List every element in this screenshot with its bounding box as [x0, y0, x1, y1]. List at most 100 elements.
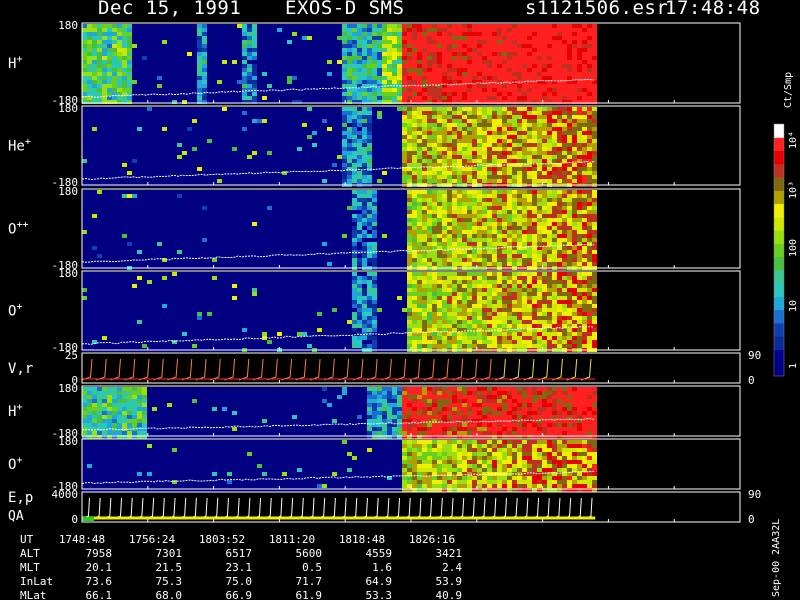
spectrogram-cell	[217, 123, 222, 127]
spectrogram-cell	[517, 171, 522, 175]
spectrogram-cell	[437, 72, 442, 76]
spectrogram-cell	[552, 32, 557, 36]
spectrogram-cell	[422, 131, 427, 135]
spectrogram-cell	[592, 115, 597, 119]
spectrogram-cell	[277, 226, 282, 230]
spectrogram-cell	[352, 127, 357, 131]
spectrogram-cell	[112, 28, 117, 32]
spectrogram-cell	[492, 48, 497, 52]
spectrogram-cell	[187, 238, 192, 242]
spectrogram-cell	[107, 159, 112, 163]
spectrogram-cell	[402, 147, 407, 151]
spectrogram-cell	[82, 242, 87, 246]
spectrogram-cell	[572, 163, 577, 167]
spectrogram-cell	[312, 56, 317, 60]
spectrogram-cell	[527, 139, 532, 143]
spectrogram-cell	[197, 127, 202, 131]
spectrogram-cell	[172, 190, 177, 194]
spectrogram-cell	[457, 119, 462, 123]
spectrogram-cell	[102, 210, 107, 214]
spectrogram-cell	[172, 107, 177, 111]
spectrogram-cell	[102, 194, 107, 198]
spectrogram-cell	[217, 76, 222, 80]
spectrogram-cell	[252, 190, 257, 194]
spectrogram-cell	[412, 123, 417, 127]
spectrogram-cell	[392, 155, 397, 159]
spectrogram-cell	[372, 28, 377, 32]
spectrogram-cell	[237, 147, 242, 151]
spectrogram-cell	[157, 135, 162, 139]
spectrogram-cell	[222, 214, 227, 218]
spectrogram-cell	[82, 111, 87, 115]
spectrogram-cell	[397, 143, 402, 147]
spectrogram-cell	[152, 198, 157, 202]
spectrogram-cell	[207, 246, 212, 250]
spectrogram-cell	[372, 48, 377, 52]
spectrogram-cell	[357, 115, 362, 119]
spectrogram-cell	[102, 135, 107, 139]
spectrogram-cell	[262, 202, 267, 206]
spectrogram-cell	[227, 226, 232, 230]
spectrogram-cell	[132, 28, 137, 32]
spectrogram-cell	[122, 198, 127, 202]
spectrogram-cell	[82, 250, 87, 254]
spectrogram-cell	[407, 32, 412, 36]
spectrogram-cell	[182, 198, 187, 202]
spectrogram-cell	[192, 60, 197, 64]
spectrogram-cell	[257, 210, 262, 214]
spectrogram-cell	[252, 155, 257, 159]
spectrogram-cell	[472, 28, 477, 32]
spectrogram-cell	[247, 167, 252, 171]
spectrogram-cell	[137, 88, 142, 92]
spectrogram-cell	[507, 119, 512, 123]
spectrogram-cell	[87, 254, 92, 258]
spectrogram-cell	[442, 147, 447, 151]
spectrogram-cell	[407, 80, 412, 84]
spectrogram-cell	[382, 60, 387, 64]
spectrogram-cell	[592, 68, 597, 72]
spectrogram-cell	[332, 107, 337, 111]
spectrogram-cell	[507, 167, 512, 171]
spectrogram-cell	[242, 32, 247, 36]
spectrogram-cell	[422, 60, 427, 64]
spectrogram-cell	[162, 175, 167, 179]
spectrogram-cell	[272, 68, 277, 72]
spectrogram-cell	[417, 111, 422, 115]
spectrogram-cell	[207, 139, 212, 143]
spectrogram-cell	[482, 92, 487, 96]
spectrogram-cell	[487, 76, 492, 80]
spectrogram-cell	[472, 151, 477, 155]
spectrogram-cell	[547, 179, 552, 183]
spectrogram-cell	[307, 52, 312, 56]
spectrogram-cell	[447, 139, 452, 143]
spectrogram-cell	[367, 135, 372, 139]
spectrogram-cell	[152, 123, 157, 127]
spectrogram-cell	[172, 163, 177, 167]
spectrogram-cell	[197, 202, 202, 206]
spectrogram-cell	[437, 107, 442, 111]
spectrogram-cell	[252, 80, 257, 84]
spectrogram-cell	[522, 143, 527, 147]
spectrogram-cell	[427, 64, 432, 68]
spectrogram-cell	[452, 131, 457, 135]
spectrogram-cell	[92, 222, 97, 226]
spectrogram-cell	[437, 64, 442, 68]
spectrogram-cell	[387, 28, 392, 32]
spectrogram-cell	[167, 194, 172, 198]
spectrogram-cell	[222, 230, 227, 234]
spectrogram-cell	[147, 107, 152, 111]
spectrogram-cell	[147, 28, 152, 32]
spectrogram-cell	[82, 234, 87, 238]
spectrogram-cell	[562, 151, 567, 155]
spectrogram-cell	[92, 250, 97, 254]
spectrogram-cell	[527, 52, 532, 56]
spectrogram-cell	[152, 135, 157, 139]
spectrogram-cell	[497, 56, 502, 60]
spectrogram-cell	[452, 111, 457, 115]
spectrogram-cell	[172, 88, 177, 92]
spectrogram-cell	[292, 36, 297, 40]
spectrogram-cell	[87, 155, 92, 159]
spectrogram-cell	[502, 56, 507, 60]
spectrogram-cell	[372, 107, 377, 111]
spectrogram-cell	[447, 119, 452, 123]
